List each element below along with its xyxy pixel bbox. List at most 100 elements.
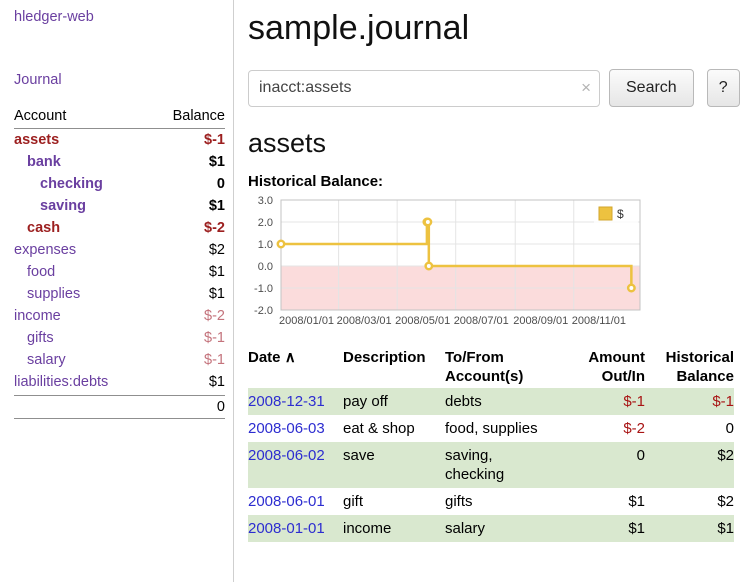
y-tick-label: 2.0 [258, 217, 273, 229]
transaction-date-link[interactable]: 2008-06-01 [248, 493, 325, 510]
account-balance: $1 [209, 371, 225, 393]
account-row: checking 0 [14, 173, 225, 195]
transaction-balance: 0 [645, 415, 734, 442]
transaction-balance: $-1 [645, 388, 734, 415]
transaction-accounts: salary [445, 515, 565, 542]
account-link-food[interactable]: food [14, 261, 55, 283]
account-link-expenses[interactable]: expenses [14, 239, 76, 261]
transaction-amount: 0 [565, 442, 645, 488]
transaction-date-link[interactable]: 2008-06-02 [248, 447, 325, 464]
transaction-amount: $1 [565, 515, 645, 542]
account-row: food $1 [14, 261, 225, 283]
y-tick-label: 3.0 [258, 195, 273, 207]
x-tick-label: 2008/03/01 [337, 315, 392, 327]
historical-balance-chart: $3.0 2.0 1.0 0.0 -1.0 -2.0 2008/01/012008/03/0… [248, 194, 644, 328]
register-row: 2008-01-01incomesalary$1$1 [248, 515, 734, 542]
transaction-balance: $1 [645, 515, 734, 542]
account-link-checking[interactable]: checking [14, 173, 103, 195]
column-header-description: Description [343, 346, 445, 388]
x-tick-label: 2008/05/01 [395, 315, 450, 327]
account-balance: $2 [209, 239, 225, 261]
y-tick-label: 1.0 [258, 239, 273, 251]
account-row: supplies $1 [14, 283, 225, 305]
column-header-balance: Historical Balance [645, 346, 734, 388]
account-balance: $-1 [204, 349, 225, 371]
data-point-marker [425, 219, 431, 225]
transaction-balance: $2 [645, 488, 734, 515]
register-table: Date ∧ Description To/From Account(s) Am… [248, 346, 734, 542]
accounts-total-value: 0 [217, 399, 225, 415]
search-input[interactable] [248, 70, 600, 107]
search-box: × [248, 70, 600, 107]
nav-journal-link[interactable]: Journal [14, 72, 225, 88]
x-tick-label: 2008/01/01 [279, 315, 334, 327]
brand-link[interactable]: hledger-web [14, 9, 94, 25]
x-tick-label: 2008/07/01 [454, 315, 509, 327]
transaction-accounts: food, supplies [445, 415, 565, 442]
y-tick-label: 0.0 [258, 261, 273, 273]
accounts-total-row: 0 [14, 395, 225, 419]
account-link-gifts[interactable]: gifts [14, 327, 54, 349]
account-link-salary[interactable]: salary [14, 349, 66, 371]
sort-asc-icon: ∧ [285, 349, 296, 366]
accounts-header-balance: Balance [173, 108, 225, 124]
transaction-date-link[interactable]: 2008-12-31 [248, 393, 325, 410]
transaction-balance: $2 [645, 442, 734, 488]
register-row: 2008-06-02savesaving, checking0$2 [248, 442, 734, 488]
account-link-income[interactable]: income [14, 305, 61, 327]
sidebar: hledger-web Journal Account Balance asse… [0, 0, 234, 582]
account-row: gifts $-1 [14, 327, 225, 349]
transaction-description: save [343, 442, 445, 488]
legend-swatch [599, 207, 612, 220]
legend-label: $ [617, 207, 624, 221]
account-balance: $1 [209, 195, 225, 217]
x-tick-label: 2008/09/01 [513, 315, 568, 327]
account-link-assets[interactable]: assets [14, 129, 59, 151]
account-row: cash $-2 [14, 217, 225, 239]
account-link-saving[interactable]: saving [14, 195, 86, 217]
column-header-date-label: Date [248, 349, 281, 366]
account-row: bank$1 [14, 151, 225, 173]
data-point-marker [278, 241, 284, 247]
accounts-header: Account Balance [14, 108, 225, 129]
register-row: 2008-12-31pay offdebts$-1$-1 [248, 388, 734, 415]
column-header-amount: Amount Out/In [565, 346, 645, 388]
x-tick-label: 2008/11/01 [572, 315, 626, 327]
account-link-supplies[interactable]: supplies [14, 283, 80, 305]
account-tree: assets$-1bank$1checking0saving$1cash$-2e… [14, 129, 225, 393]
account-link-bank[interactable]: bank [14, 151, 61, 173]
account-balance: $1 [209, 283, 225, 305]
account-row: assets $-1 [14, 129, 225, 151]
app-window: hledger-web Journal Account Balance asse… [0, 0, 742, 582]
transaction-description: eat & shop [343, 415, 445, 442]
account-balance: 0 [217, 173, 225, 195]
transaction-amount: $-2 [565, 415, 645, 442]
account-link-cash[interactable]: cash [14, 217, 60, 239]
section-heading: assets [248, 128, 740, 159]
account-balance: $-2 [204, 217, 225, 239]
account-row: liabilities:debts $1 [14, 371, 225, 393]
account-row: income $-2 [14, 305, 225, 327]
transaction-amount: $-1 [565, 388, 645, 415]
transaction-date-link[interactable]: 2008-06-03 [248, 420, 325, 437]
account-link-liabilities-debts[interactable]: liabilities:debts [14, 371, 108, 393]
account-balance: $-1 [204, 327, 225, 349]
column-header-date[interactable]: Date ∧ [248, 346, 343, 388]
chart-container: $3.0 2.0 1.0 0.0 -1.0 -2.0 2008/01/012008/03/0… [248, 194, 740, 333]
y-tick-label: -1.0 [254, 283, 273, 295]
account-balance: $-2 [204, 305, 225, 327]
column-header-accounts: To/From Account(s) [445, 346, 565, 388]
account-balance: $1 [209, 261, 225, 283]
account-balance: $-1 [204, 129, 225, 151]
transaction-date-link[interactable]: 2008-01-01 [248, 520, 325, 537]
chart-title: Historical Balance: [248, 173, 740, 190]
transaction-accounts: debts [445, 388, 565, 415]
accounts-header-account: Account [14, 108, 66, 124]
help-button[interactable]: ? [707, 69, 740, 107]
y-tick-label: -2.0 [254, 305, 273, 317]
account-row: expenses $2 [14, 239, 225, 261]
register-row: 2008-06-01giftgifts$1$2 [248, 488, 734, 515]
transaction-description: pay off [343, 388, 445, 415]
search-button[interactable]: Search [609, 69, 694, 107]
clear-search-icon[interactable]: × [581, 78, 591, 98]
